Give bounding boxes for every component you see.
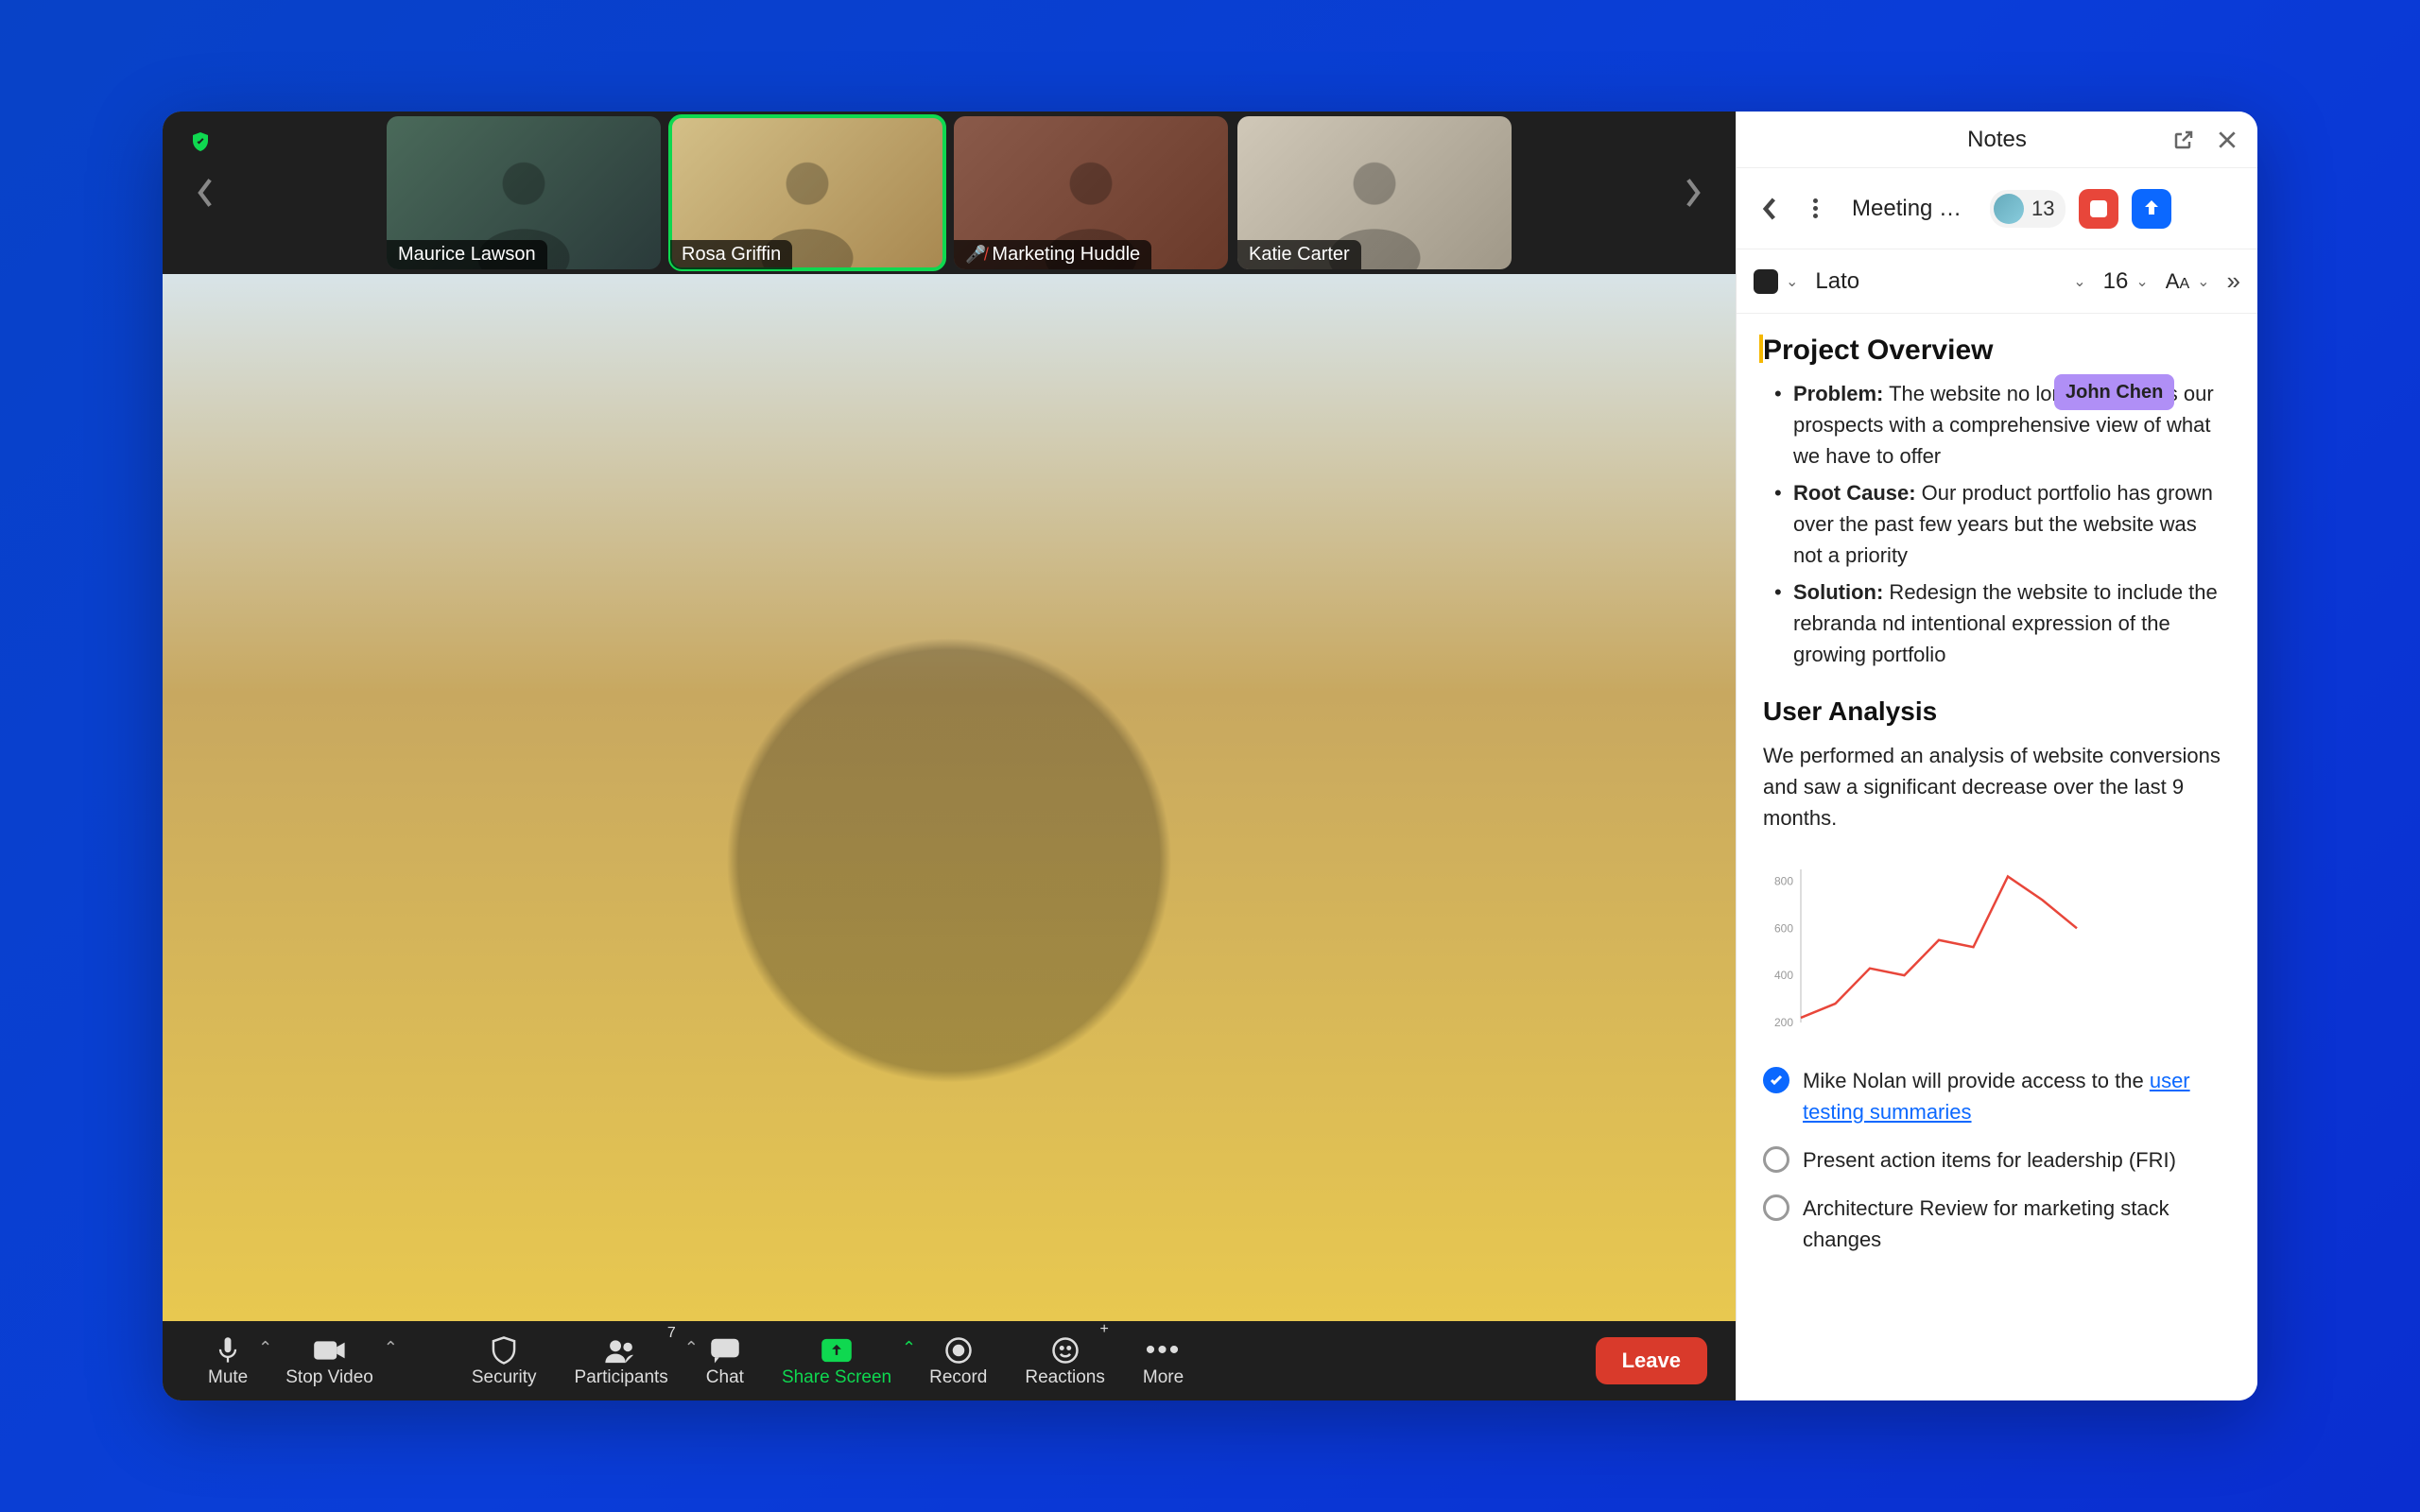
document-title[interactable]: Meeting … bbox=[1844, 196, 1977, 222]
record-button[interactable]: Record bbox=[912, 1321, 1004, 1400]
collaborator-cursor-tag: John Chen bbox=[2054, 374, 2174, 410]
participant-name: Maurice Lawson bbox=[398, 244, 536, 266]
muted-mic-icon: 🎤̸ bbox=[965, 245, 986, 265]
video-area: Maurice Lawson Rosa Griffin 🎤̸ Marketing … bbox=[163, 112, 1736, 1400]
meeting-controls: Mute ⌃ Stop Video ⌃ Security Participant… bbox=[163, 1321, 1736, 1400]
share-note-button[interactable] bbox=[2132, 189, 2171, 229]
avatar bbox=[1994, 194, 2024, 224]
participant-thumb[interactable]: Katie Carter bbox=[1237, 116, 1512, 269]
kebab-menu-icon[interactable] bbox=[1799, 193, 1831, 225]
thumbnails: Maurice Lawson Rosa Griffin 🎤̸ Marketing … bbox=[229, 116, 1669, 269]
checkbox-empty-icon[interactable] bbox=[1763, 1146, 1789, 1173]
checkbox-checked-icon[interactable] bbox=[1763, 1067, 1789, 1093]
security-button[interactable]: Security bbox=[455, 1321, 554, 1400]
participant-name: Marketing Huddle bbox=[992, 244, 1140, 266]
microphone-icon bbox=[215, 1333, 241, 1367]
encryption-shield-icon[interactable] bbox=[189, 130, 212, 153]
list-item: Root Cause: Our product portfolio has gr… bbox=[1780, 477, 2231, 571]
notes-header: Notes bbox=[1737, 112, 2257, 168]
gallery-next[interactable] bbox=[1669, 169, 1717, 216]
notes-panel: Notes Meeting … 13 ⌄ Lato ⌄ 16 ⌄ AA bbox=[1736, 112, 2257, 1400]
back-icon[interactable] bbox=[1754, 193, 1786, 225]
camera-icon bbox=[313, 1333, 347, 1367]
ellipsis-icon: ••• bbox=[1146, 1333, 1182, 1367]
list-item: Solution: Redesign the website to includ… bbox=[1780, 576, 2231, 670]
leave-button[interactable]: Leave bbox=[1596, 1337, 1707, 1384]
paragraph: We performed an analysis of website conv… bbox=[1763, 740, 2231, 833]
chat-icon bbox=[710, 1333, 740, 1367]
notes-toolbar: Meeting … 13 bbox=[1737, 168, 2257, 249]
text-style-button[interactable]: AA bbox=[2166, 269, 2189, 294]
format-toolbar: ⌄ Lato ⌄ 16 ⌄ AA ⌄ » bbox=[1737, 249, 2257, 314]
share-screen-button[interactable]: Share Screen ⌃ bbox=[765, 1321, 908, 1400]
stop-recording-button[interactable] bbox=[2079, 189, 2118, 229]
svg-text:800: 800 bbox=[1774, 874, 1793, 887]
participant-name: Katie Carter bbox=[1249, 244, 1350, 266]
task-list: Mike Nolan will provide access to the us… bbox=[1763, 1065, 2231, 1255]
font-size-select[interactable]: 16 bbox=[2103, 268, 2129, 295]
bullet-list: Problem: The website no longer provides … bbox=[1763, 378, 2231, 670]
text-color-picker[interactable] bbox=[1754, 269, 1778, 294]
popout-icon[interactable] bbox=[2170, 127, 2197, 153]
gallery-prev[interactable] bbox=[182, 169, 229, 216]
chevron-down-icon[interactable]: ⌄ bbox=[1786, 272, 1798, 291]
svg-text:200: 200 bbox=[1774, 1016, 1793, 1029]
chevron-down-icon[interactable]: ⌄ bbox=[2073, 272, 2085, 291]
list-item: Problem: The website no longer provides … bbox=[1780, 378, 2231, 472]
participants-count: 7 bbox=[667, 1325, 676, 1342]
gallery-bar: Maurice Lawson Rosa Griffin 🎤̸ Marketing … bbox=[163, 112, 1736, 274]
section-heading: Project Overview bbox=[1763, 335, 2231, 367]
chevron-down-icon[interactable]: ⌄ bbox=[2135, 272, 2148, 291]
task-item[interactable]: Mike Nolan will provide access to the us… bbox=[1763, 1065, 2231, 1127]
share-icon bbox=[821, 1333, 853, 1367]
conversion-chart: 200 400 600 800 bbox=[1763, 862, 2084, 1032]
collab-cursor-marker bbox=[1759, 335, 1763, 363]
more-formatting-icon[interactable]: » bbox=[2227, 266, 2240, 296]
smile-icon: + bbox=[1051, 1333, 1080, 1367]
active-speaker-video bbox=[163, 274, 1736, 1321]
svg-text:400: 400 bbox=[1774, 969, 1793, 982]
presence-indicator[interactable]: 13 bbox=[1990, 190, 2066, 228]
task-item[interactable]: Present action items for leadership (FRI… bbox=[1763, 1144, 2231, 1176]
participant-thumb[interactable]: Rosa Griffin bbox=[670, 116, 944, 269]
record-icon bbox=[944, 1333, 973, 1367]
chevron-down-icon[interactable]: ⌄ bbox=[2197, 272, 2209, 291]
people-icon bbox=[603, 1333, 639, 1367]
task-item[interactable]: Architecture Review for marketing stack … bbox=[1763, 1193, 2231, 1255]
app-window: Maurice Lawson Rosa Griffin 🎤̸ Marketing … bbox=[163, 112, 2257, 1400]
notes-content[interactable]: Project Overview Problem: The website no… bbox=[1737, 314, 2257, 1400]
svg-text:600: 600 bbox=[1774, 921, 1793, 935]
mute-button[interactable]: Mute ⌃ bbox=[191, 1321, 265, 1400]
shield-icon bbox=[490, 1333, 518, 1367]
more-button[interactable]: ••• More bbox=[1126, 1321, 1201, 1400]
checkbox-empty-icon[interactable] bbox=[1763, 1194, 1789, 1221]
font-family-select[interactable]: Lato bbox=[1815, 268, 2066, 295]
presence-count: 13 bbox=[2031, 197, 2054, 221]
chevron-up-icon[interactable]: ⌃ bbox=[384, 1338, 398, 1358]
participant-name: Rosa Griffin bbox=[682, 244, 781, 266]
reactions-button[interactable]: + Reactions bbox=[1008, 1321, 1122, 1400]
participant-thumb[interactable]: 🎤̸ Marketing Huddle bbox=[954, 116, 1228, 269]
participant-thumb[interactable]: Maurice Lawson bbox=[387, 116, 661, 269]
chat-button[interactable]: Chat bbox=[689, 1321, 761, 1400]
close-icon[interactable] bbox=[2214, 127, 2240, 153]
stop-video-button[interactable]: Stop Video ⌃ bbox=[268, 1321, 390, 1400]
participants-button[interactable]: Participants 7 ⌃ bbox=[558, 1321, 685, 1400]
notes-panel-title: Notes bbox=[1967, 127, 2027, 153]
section-heading: User Analysis bbox=[1763, 696, 2231, 727]
